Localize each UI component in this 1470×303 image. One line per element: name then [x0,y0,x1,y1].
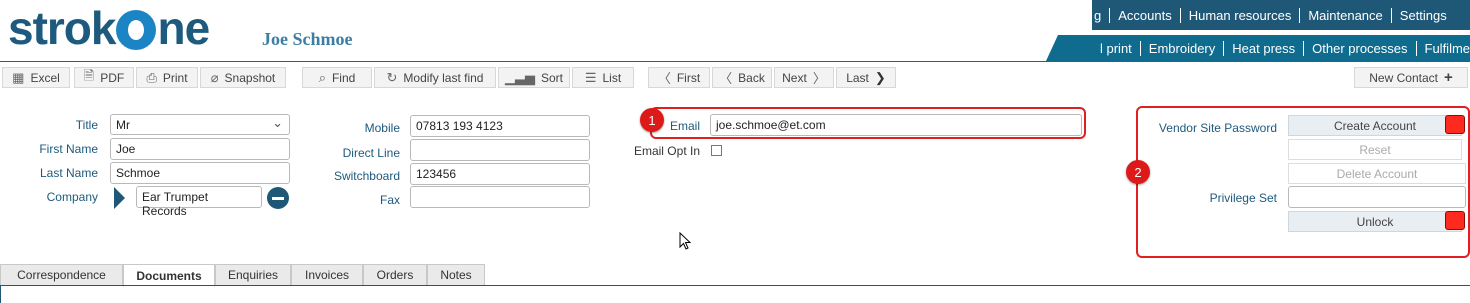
email-label: Email [669,119,700,133]
sort-bars-icon: ▁▃▅ [504,69,535,85]
privilege-set-label: Privilege Set [1209,191,1277,205]
subnav-item-print[interactable]: l print [1092,40,1141,56]
search-icon: ⌕ [318,69,326,85]
mobile-label: Mobile [364,121,400,135]
tab-notes[interactable]: Notes [427,264,485,286]
nav-item-truncated[interactable]: g [1092,7,1111,23]
tab-orders[interactable]: Orders [363,264,427,286]
chevron-left-icon: 〈 [657,71,671,86]
unlock-status-indicator [1445,211,1465,230]
direct-line-field[interactable] [410,139,590,161]
create-account-status-indicator [1445,115,1465,134]
sort-button[interactable]: ▁▃▅ Sort [498,67,570,88]
app-logo: strok ne [8,2,210,54]
modify-last-find-button[interactable]: ↻ Modify last find [374,67,496,88]
logo-text-end: ne [157,2,210,54]
tab-correspondence[interactable]: Correspondence [0,264,123,286]
chevron-left-icon: 〈 [719,71,733,86]
nav-item-accounts[interactable]: Accounts [1110,7,1181,23]
back-button[interactable]: 〈 Back [712,67,772,88]
print-button[interactable]: ⎙ Print [136,67,198,88]
email-opt-in-checkbox[interactable] [711,145,722,156]
logo-mark [116,10,157,50]
delete-account-button[interactable]: Delete Account [1288,163,1466,184]
privilege-set-field[interactable] [1288,186,1466,208]
title-label: Title [75,118,98,132]
header-divider [0,61,1470,62]
go-to-company-arrow-icon[interactable] [114,187,125,209]
find-button[interactable]: ⌕ Find [302,67,372,88]
chevron-right-icon: ❯ [874,69,886,85]
fax-label: Fax [379,193,400,207]
email-field[interactable]: joe.schmoe@et.com [710,114,1082,136]
fax-field[interactable] [410,186,590,208]
next-button[interactable]: Next 〉 [774,67,834,88]
create-account-button[interactable]: Create Account [1288,115,1462,136]
documents-panel [0,286,1470,303]
top-nav-bar: g Accounts Human resources Maintenance S… [1092,0,1470,30]
mouse-cursor-icon [679,232,691,250]
subnav-item-embroidery[interactable]: Embroidery [1141,40,1225,56]
annotation-marker-2: 2 [1126,160,1150,184]
nav-item-human-resources[interactable]: Human resources [1181,7,1301,23]
mobile-field[interactable]: 07813 193 4123 [410,115,590,137]
list-icon: ☰ [584,69,597,85]
new-contact-button[interactable]: New Contact + [1354,67,1468,88]
direct-line-label: Direct Line [342,146,400,160]
tab-documents[interactable]: Documents [123,264,215,287]
last-name-label: Last Name [39,166,98,180]
first-record-button[interactable]: 〈 First [648,67,710,88]
pdf-button[interactable]: 🗎 PDF [74,67,134,88]
company-field[interactable]: Ear Trumpet Records [136,186,262,218]
vendor-site-password-label: Vendor Site Password [1158,121,1277,135]
email-opt-in-label: Email Opt In [633,144,700,158]
list-button[interactable]: ☰ List [572,67,634,88]
plus-icon: + [1443,69,1453,86]
contact-name-heading: Joe Schmoe [262,29,353,49]
excel-button[interactable]: ▦ Excel [2,67,70,88]
printer-icon: ⎙ [146,69,157,85]
document-icon: 🗎 [83,67,95,83]
table-icon: ▦ [12,69,25,85]
switchboard-label: Switchboard [333,169,400,183]
tab-invoices[interactable]: Invoices [291,264,363,286]
logo-text-start: strok [8,2,116,54]
nav-item-settings[interactable]: Settings [1392,8,1455,23]
reset-button[interactable]: Reset [1288,139,1462,160]
paperclip-icon: ⌀ [210,69,219,85]
tab-enquiries[interactable]: Enquiries [215,264,291,286]
last-record-button[interactable]: Last ❯ [836,67,896,88]
snapshot-button[interactable]: ⌀ Snapshot [200,67,286,88]
switchboard-field[interactable]: 123456 [410,163,590,185]
company-label: Company [46,190,98,204]
sub-nav-bar: l print Embroidery Heat press Other proc… [1046,35,1470,61]
chevron-right-icon: 〉 [812,71,826,86]
last-name-field[interactable]: Schmoe [110,162,290,184]
first-name-field[interactable]: Joe [110,138,290,160]
unlock-button[interactable]: Unlock [1288,211,1462,232]
first-name-label: First Name [39,142,98,156]
remove-company-icon[interactable] [267,187,289,209]
subnav-item-fulfilment[interactable]: Fulfilment [1417,41,1470,56]
refresh-icon: ↻ [386,69,398,85]
title-select[interactable]: Mr [110,114,290,135]
nav-item-maintenance[interactable]: Maintenance [1300,7,1392,23]
subnav-item-other-processes[interactable]: Other processes [1304,40,1417,56]
subnav-item-heat-press[interactable]: Heat press [1224,40,1305,56]
